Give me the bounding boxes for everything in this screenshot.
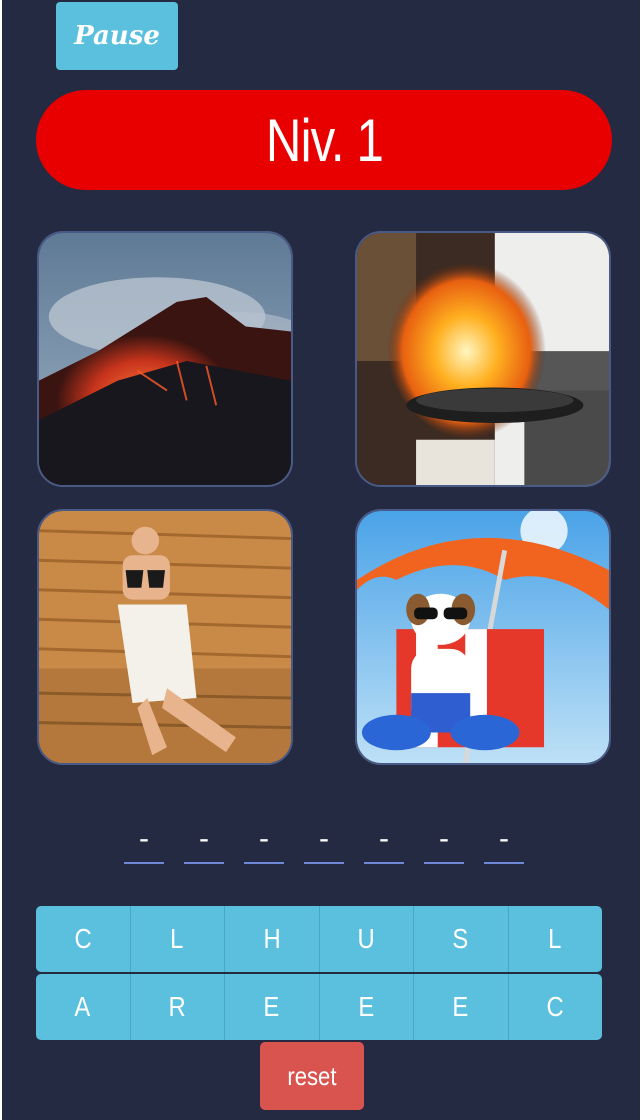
letter-row-2: A R E E E C — [36, 974, 602, 1040]
level-label: Niv. 1 — [265, 106, 383, 174]
letter-key[interactable]: L — [508, 906, 602, 972]
level-banner: Niv. 1 — [36, 90, 612, 190]
letter-key[interactable]: A — [36, 974, 131, 1040]
letter-key-label: C — [546, 991, 564, 1022]
flambe-pan-image — [355, 231, 611, 487]
letter-key-label: E — [358, 991, 375, 1022]
volcano-eruption-image — [37, 231, 293, 487]
answer-slot[interactable]: - — [424, 820, 464, 864]
letter-key-label: L — [548, 923, 562, 954]
letter-key[interactable]: L — [130, 906, 225, 972]
letter-key[interactable]: E — [414, 974, 509, 1040]
answer-slot[interactable]: - — [304, 820, 344, 864]
letter-row-1: C L H U S L — [36, 906, 602, 972]
answer-slot[interactable]: - — [124, 820, 164, 864]
reset-label: reset — [287, 1060, 337, 1091]
letter-key-label: H — [263, 923, 281, 954]
answer-slot[interactable]: - — [244, 820, 284, 864]
letter-keyboard: C L H U S L A R E E E C — [36, 906, 602, 1042]
letter-key[interactable]: E — [225, 974, 320, 1040]
letter-key-label: C — [74, 923, 92, 954]
letter-key-label: E — [263, 991, 280, 1022]
letter-key-label: R — [168, 991, 186, 1022]
letter-key-label: L — [170, 923, 184, 954]
letter-key[interactable]: E — [319, 974, 414, 1040]
letter-key-label: S — [452, 923, 469, 954]
letter-key[interactable]: H — [225, 906, 320, 972]
letter-key[interactable]: S — [414, 906, 509, 972]
answer-slot[interactable]: - — [484, 820, 524, 864]
letter-key[interactable]: C — [508, 974, 602, 1040]
dog-beach-umbrella-image — [355, 509, 611, 765]
letter-key-label: U — [357, 923, 375, 954]
letter-key[interactable]: U — [319, 906, 414, 972]
answer-slots: - - - - - - - — [2, 820, 642, 870]
sauna-image — [37, 509, 293, 765]
letter-key-label: E — [452, 991, 469, 1022]
pause-button[interactable]: Pause — [56, 2, 178, 70]
letter-key-label: A — [74, 991, 91, 1022]
letter-key[interactable]: C — [36, 906, 131, 972]
reset-button[interactable]: reset — [260, 1042, 364, 1110]
answer-slot[interactable]: - — [184, 820, 224, 864]
letter-key[interactable]: R — [130, 974, 225, 1040]
answer-slot[interactable]: - — [364, 820, 404, 864]
